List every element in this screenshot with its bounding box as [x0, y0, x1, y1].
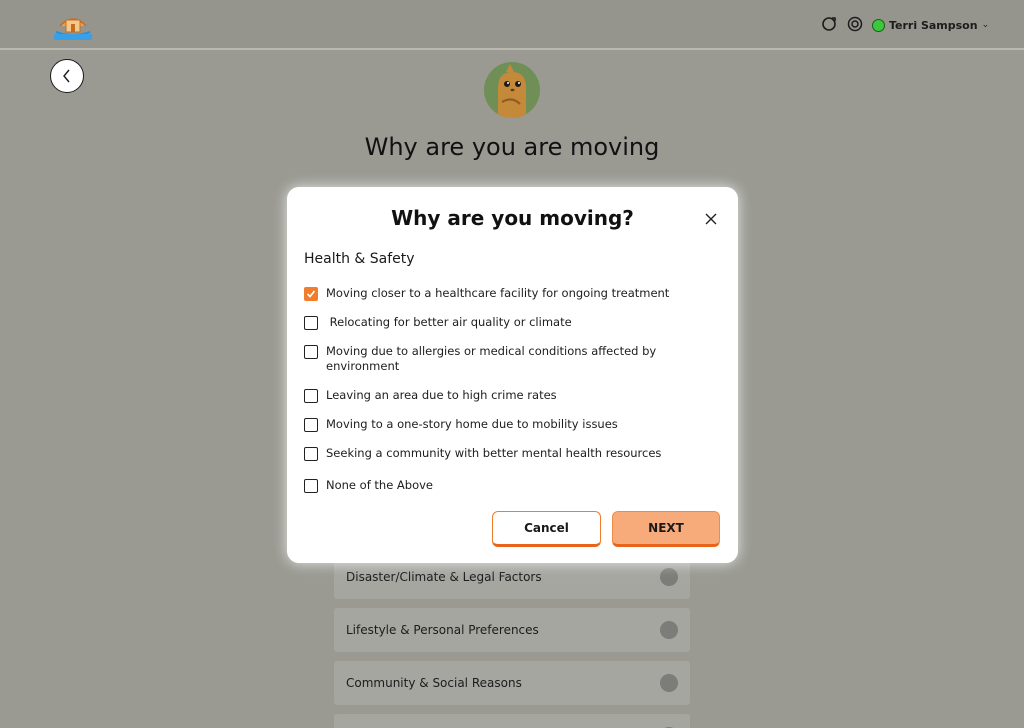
option-air-quality[interactable]: Relocating for better air quality or cli… [304, 315, 704, 330]
app-logo[interactable] [52, 8, 94, 42]
top-navigation-bar: Terri Sampson ⌄ [0, 0, 1024, 50]
category-label: Lifestyle & Personal Preferences [346, 623, 539, 637]
chevron-down-icon: ⌄ [981, 20, 990, 30]
section-title: Health & Safety [304, 251, 415, 267]
category-item-lifestyle-personal[interactable]: Lifestyle & Personal Preferences [334, 608, 690, 652]
option-mobility[interactable]: Moving to a one-story home due to mobili… [304, 417, 704, 432]
chevron-left-icon [63, 69, 70, 83]
category-label: Disaster/Climate & Legal Factors [346, 570, 542, 584]
category-radio[interactable] [660, 674, 678, 692]
cancel-button[interactable]: Cancel [492, 511, 601, 547]
option-label: Seeking a community with better mental h… [326, 446, 662, 460]
option-allergies[interactable]: Moving due to allergies or medical condi… [304, 344, 704, 374]
option-label: None of the Above [326, 478, 434, 492]
reasons-modal: Why are you moving? Health & Safety Movi… [287, 187, 738, 563]
option-label: Leaving an area due to high crime rates [326, 388, 557, 402]
user-menu[interactable]: Terri Sampson ⌄ [872, 16, 989, 34]
checkbox[interactable] [304, 345, 318, 359]
option-label: Moving to a one-story home due to mobili… [326, 417, 618, 431]
user-name: Terri Sampson [889, 18, 978, 32]
checkbox[interactable] [304, 447, 318, 461]
checkbox[interactable] [304, 418, 318, 432]
check-icon [306, 290, 316, 298]
back-button[interactable] [50, 59, 84, 93]
close-icon[interactable] [704, 211, 718, 225]
option-label: Moving due to allergies or medical condi… [326, 344, 657, 373]
category-radio[interactable] [660, 621, 678, 639]
category-item-community-social[interactable]: Community & Social Reasons [334, 661, 690, 705]
option-none[interactable]: None of the Above [304, 478, 704, 493]
checkbox-checked[interactable] [304, 287, 318, 301]
option-label: Moving closer to a healthcare facility f… [326, 286, 670, 300]
next-button[interactable]: NEXT [612, 511, 720, 547]
checkbox[interactable] [304, 316, 318, 330]
refresh-icon[interactable] [821, 16, 837, 32]
avatar [872, 18, 885, 32]
checkbox[interactable] [304, 389, 318, 403]
category-item-partial[interactable] [334, 714, 690, 728]
option-crime-rates[interactable]: Leaving an area due to high crime rates [304, 388, 704, 403]
mascot-avatar [484, 62, 540, 118]
checkbox[interactable] [304, 479, 318, 493]
sync-icon[interactable] [847, 16, 863, 32]
modal-title: Why are you moving? [391, 206, 634, 230]
category-radio[interactable] [660, 568, 678, 586]
category-label: Community & Social Reasons [346, 676, 522, 690]
option-label: Relocating for better air quality or cli… [326, 315, 572, 329]
page-title: Why are you are moving [364, 133, 660, 161]
option-healthcare-facility[interactable]: Moving closer to a healthcare facility f… [304, 286, 704, 301]
option-mental-health[interactable]: Seeking a community with better mental h… [304, 446, 704, 461]
